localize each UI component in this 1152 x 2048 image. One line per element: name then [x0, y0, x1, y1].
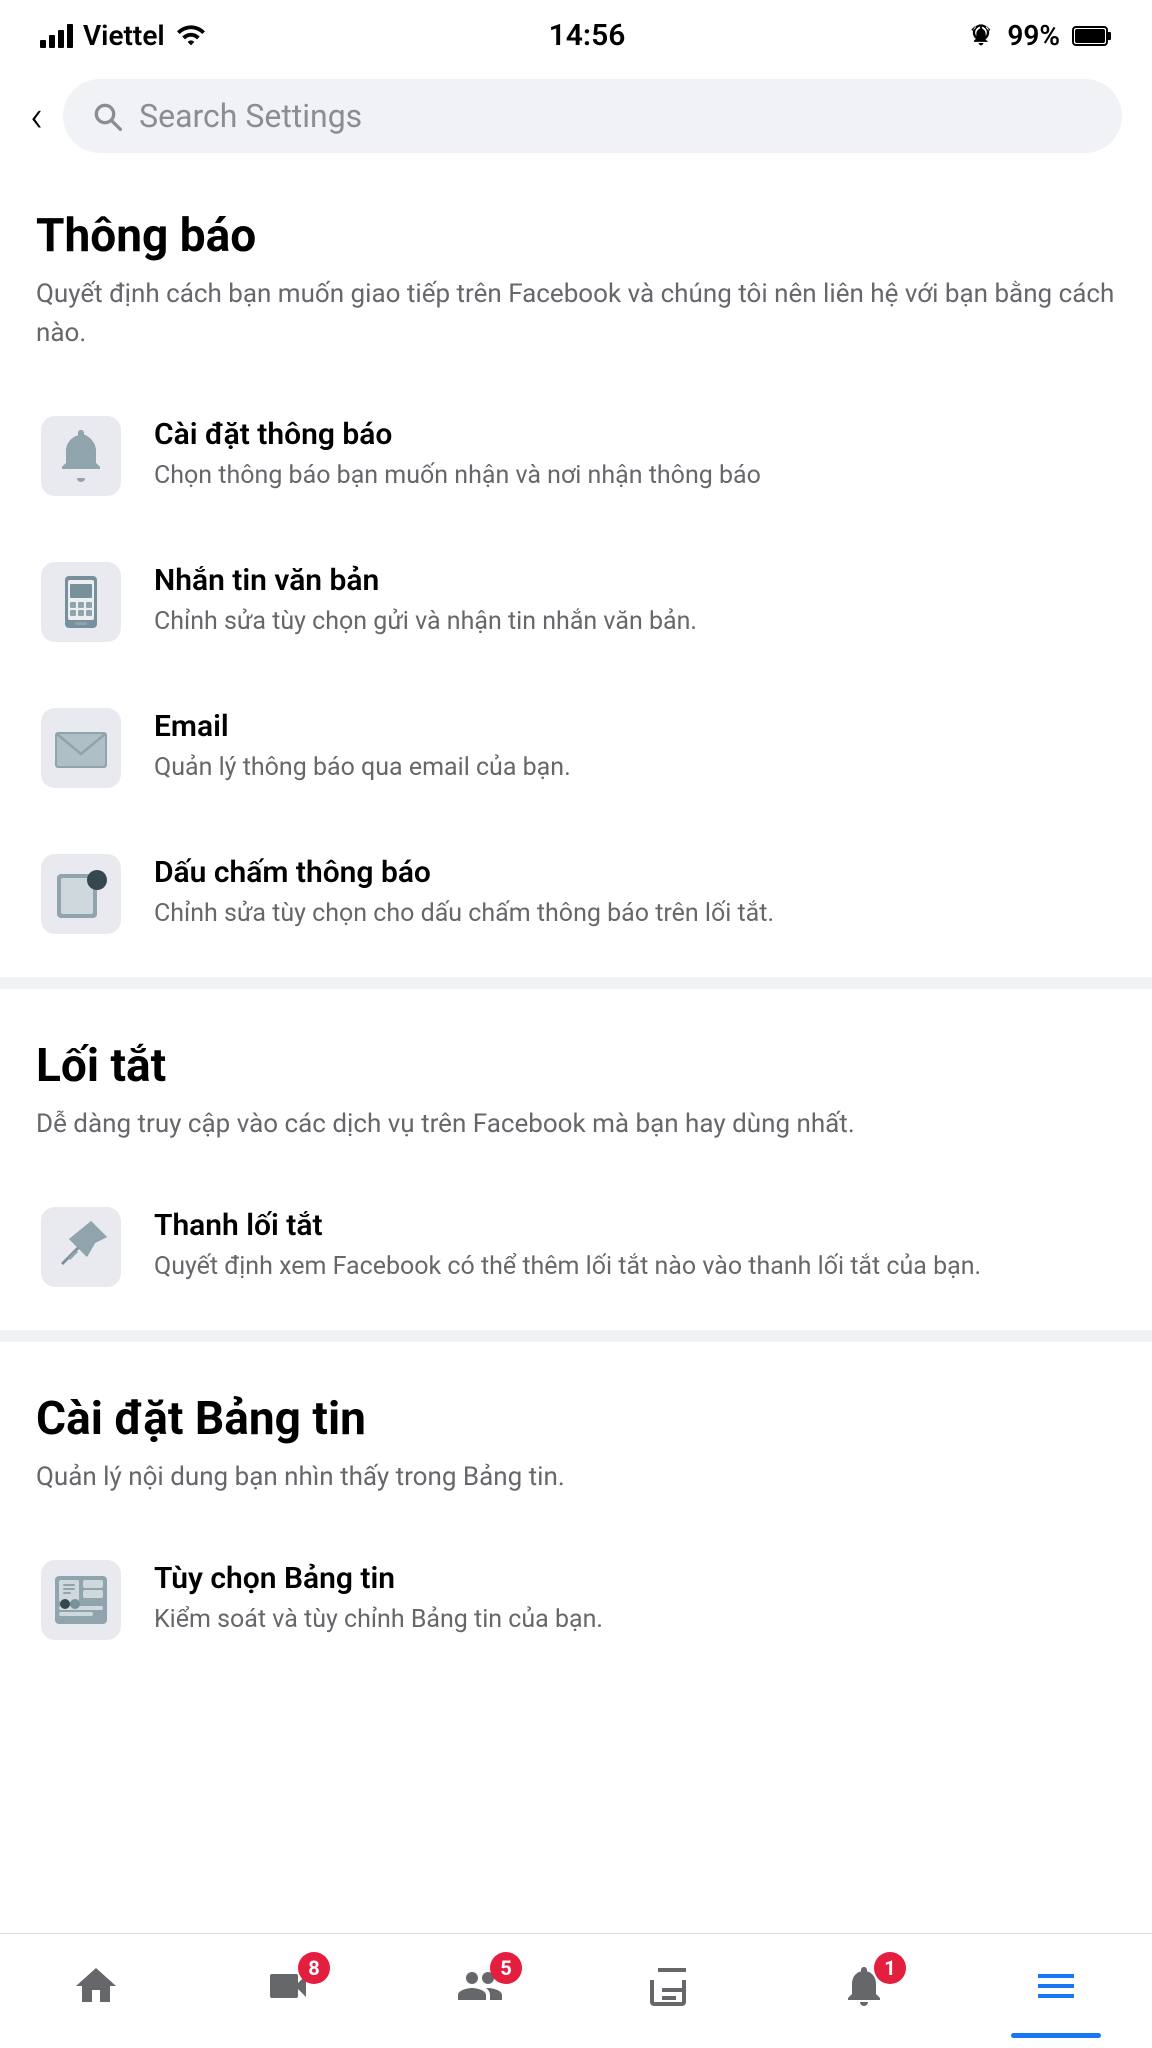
- email-icon: [36, 703, 126, 793]
- phone-icon: [36, 557, 126, 647]
- section-newsfeed: Cài đặt Bảng tin Quản lý nội dung bạn nh…: [0, 1352, 1152, 1527]
- nav-friends[interactable]: 5: [424, 1952, 536, 2020]
- menu-title-shortcut-bar: Thanh lối tắt: [154, 1208, 1116, 1243]
- menu-subtitle-dot-badge: Chỉnh sửa tùy chọn cho dấu chấm thông bá…: [154, 896, 1116, 931]
- menu-subtitle-email: Quản lý thông báo qua email của bạn.: [154, 750, 1116, 785]
- menu-item-sms[interactable]: Nhắn tin văn bản Chỉnh sửa tùy chọn gửi …: [0, 529, 1152, 675]
- battery-icon: [1072, 24, 1112, 48]
- menu-subtitle-sms: Chỉnh sửa tùy chọn gửi và nhận tin nhắn …: [154, 604, 1116, 639]
- section-notifications-title: Thông báo: [36, 209, 1116, 263]
- section-shortcuts-title: Lối tắt: [36, 1039, 1116, 1093]
- section-notifications: Thông báo Quyết định cách bạn muốn giao …: [0, 169, 1152, 383]
- dot-badge-icon: [36, 849, 126, 939]
- battery-percent: 99%: [1007, 19, 1060, 52]
- menu-subtitle-shortcut-bar: Quyết định xem Facebook có thể thêm lối …: [154, 1249, 1116, 1284]
- content: Thông báo Quyết định cách bạn muốn giao …: [0, 169, 1152, 1673]
- carrier-label: Viettel: [83, 19, 165, 52]
- status-right: 99%: [967, 19, 1112, 52]
- bottom-navigation: 8 5 1: [0, 1933, 1152, 2048]
- status-time: 14:56: [549, 18, 626, 53]
- menu-title-email: Email: [154, 709, 1116, 744]
- menu-title-sms: Nhắn tin văn bản: [154, 563, 1116, 598]
- section-newsfeed-desc: Quản lý nội dung bạn nhìn thấy trong Bản…: [36, 1458, 1116, 1497]
- home-icon: [70, 1960, 122, 2012]
- nav-marketplace[interactable]: [616, 1952, 728, 2020]
- menu-subtitle-newsfeed-options: Kiểm soát và tùy chỉnh Bảng tin của bạn.: [154, 1602, 1116, 1637]
- header: ‹ Search Settings: [0, 63, 1152, 169]
- menu-item-email[interactable]: Email Quản lý thông báo qua email của bạ…: [0, 675, 1152, 821]
- menu-icon: [1030, 1960, 1082, 2012]
- friends-badge: 5: [490, 1952, 522, 1984]
- alarm-icon: [967, 22, 995, 50]
- menu-item-newsfeed-options[interactable]: Tùy chọn Bảng tin Kiểm soát và tùy chỉnh…: [0, 1527, 1152, 1673]
- nav-notifications[interactable]: 1: [808, 1952, 920, 2020]
- bell-icon: [36, 411, 126, 501]
- divider-2: [0, 1330, 1152, 1342]
- video-badge: 8: [298, 1952, 330, 1984]
- nav-video[interactable]: 8: [232, 1952, 344, 2020]
- signal-icon: [40, 24, 73, 48]
- section-shortcuts: Lối tắt Dễ dàng truy cập vào các dịch vụ…: [0, 999, 1152, 1174]
- menu-text-shortcut-bar: Thanh lối tắt Quyết định xem Facebook có…: [154, 1202, 1116, 1284]
- menu-text-notification-settings: Cài đặt thông báo Chọn thông báo bạn muố…: [154, 411, 1116, 493]
- menu-text-email: Email Quản lý thông báo qua email của bạ…: [154, 703, 1116, 785]
- search-icon: [91, 100, 123, 132]
- menu-subtitle-notification-settings: Chọn thông báo bạn muốn nhận và nơi nhận…: [154, 458, 1116, 493]
- menu-text-sms: Nhắn tin văn bản Chỉnh sửa tùy chọn gửi …: [154, 557, 1116, 639]
- nav-menu[interactable]: [1000, 1952, 1112, 2020]
- menu-item-dot-badge[interactable]: Dấu chấm thông báo Chỉnh sửa tùy chọn ch…: [0, 821, 1152, 967]
- newsfeed-icon: [36, 1555, 126, 1645]
- search-placeholder: Search Settings: [139, 97, 362, 135]
- back-button[interactable]: ‹: [30, 94, 43, 138]
- section-newsfeed-title: Cài đặt Bảng tin: [36, 1392, 1116, 1446]
- menu-title-notification-settings: Cài đặt thông báo: [154, 417, 1116, 452]
- search-bar[interactable]: Search Settings: [63, 79, 1122, 153]
- menu-text-newsfeed-options: Tùy chọn Bảng tin Kiểm soát và tùy chỉnh…: [154, 1555, 1116, 1637]
- pin-icon: [36, 1202, 126, 1292]
- menu-text-dot-badge: Dấu chấm thông báo Chỉnh sửa tùy chọn ch…: [154, 849, 1116, 931]
- menu-title-newsfeed-options: Tùy chọn Bảng tin: [154, 1561, 1116, 1596]
- menu-item-shortcut-bar[interactable]: Thanh lối tắt Quyết định xem Facebook có…: [0, 1174, 1152, 1320]
- divider-1: [0, 977, 1152, 989]
- marketplace-icon: [646, 1960, 698, 2012]
- wifi-icon: [175, 20, 207, 52]
- status-bar: Viettel 14:56 99%: [0, 0, 1152, 63]
- section-shortcuts-desc: Dễ dàng truy cập vào các dịch vụ trên Fa…: [36, 1105, 1116, 1144]
- menu-item-notification-settings[interactable]: Cài đặt thông báo Chọn thông báo bạn muố…: [0, 383, 1152, 529]
- menu-title-dot-badge: Dấu chấm thông báo: [154, 855, 1116, 890]
- section-notifications-desc: Quyết định cách bạn muốn giao tiếp trên …: [36, 275, 1116, 353]
- nav-home[interactable]: [40, 1952, 152, 2020]
- notifications-badge: 1: [874, 1952, 906, 1984]
- status-left: Viettel: [40, 19, 207, 52]
